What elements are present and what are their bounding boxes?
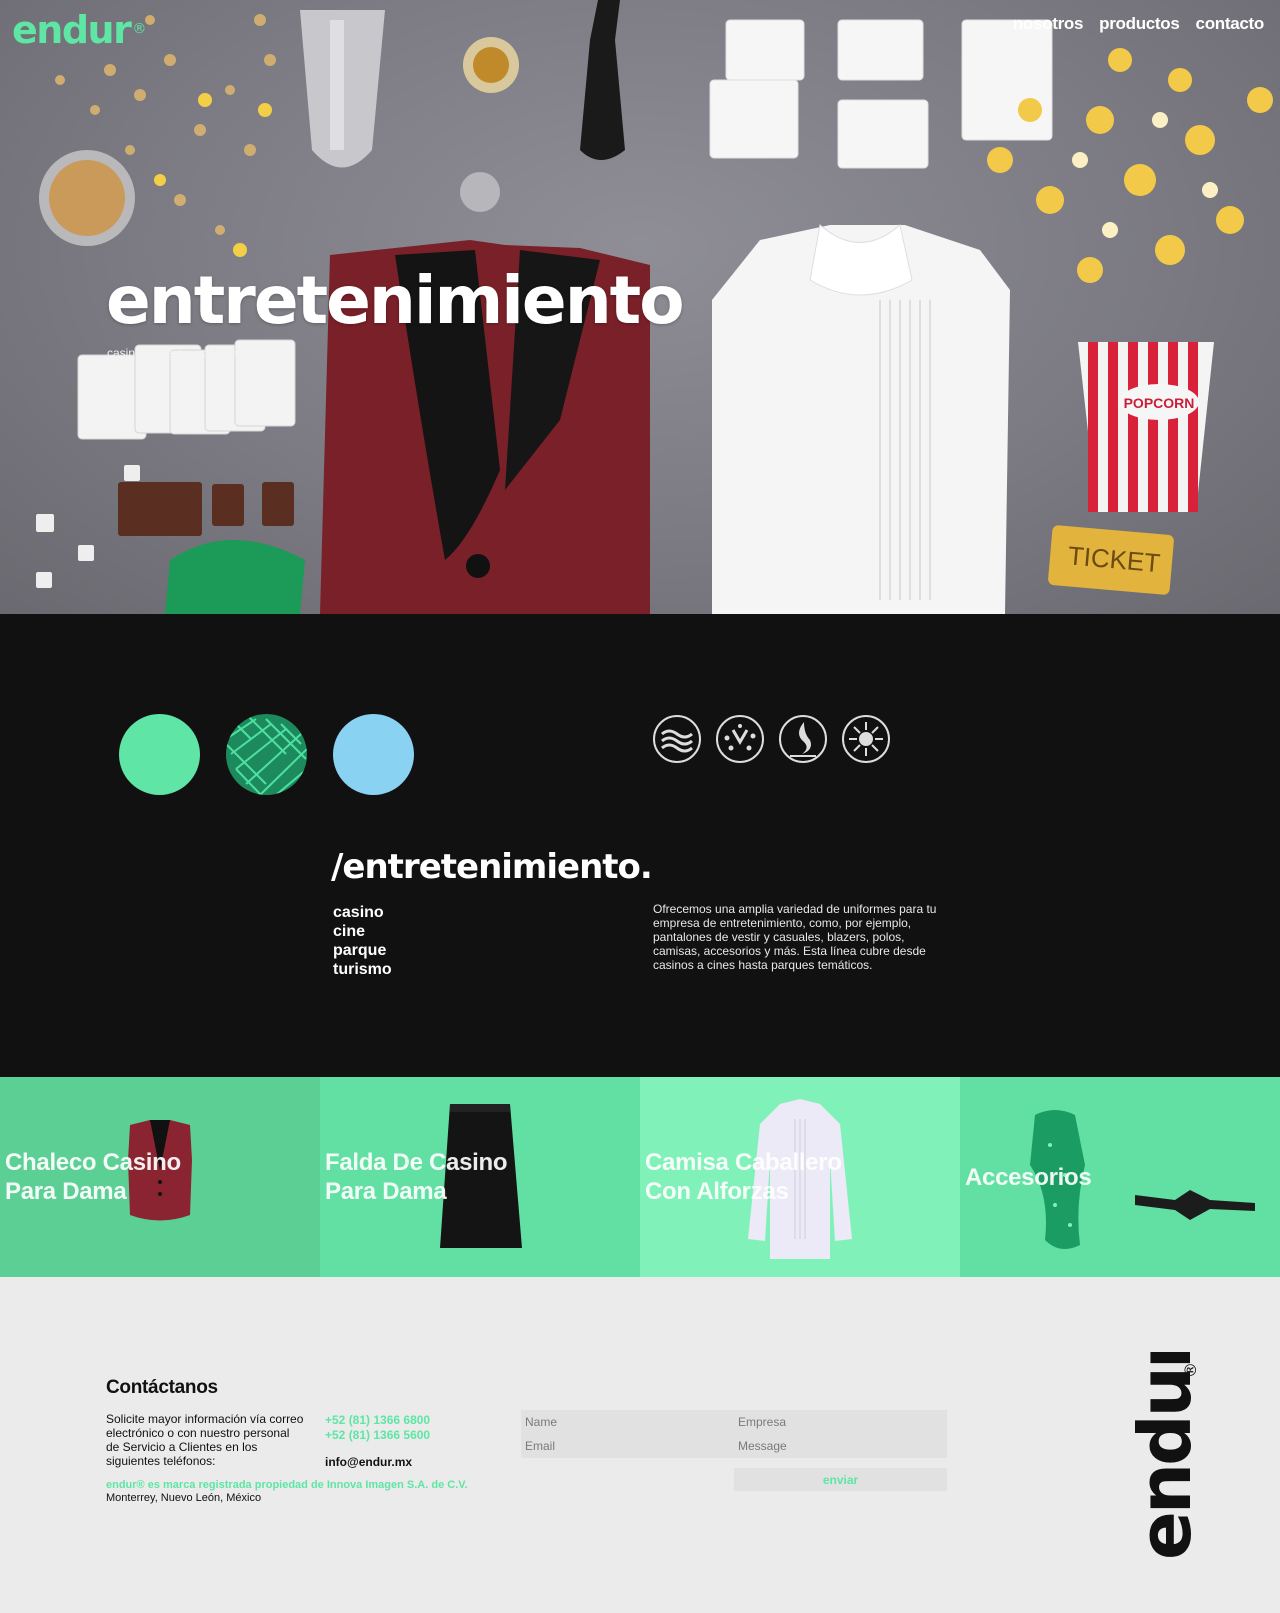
main-nav: nosotros productos contacto — [1013, 14, 1265, 34]
address: Monterrey, Nuevo León, México — [106, 1492, 262, 1504]
antibacterial-icon — [842, 715, 890, 763]
product-grid: Chaleco Casino Para Dama Falda De Casino P… — [0, 1077, 1280, 1277]
product-card-vest[interactable]: Chaleco Casino Para Dama — [0, 1077, 320, 1277]
nav-contacto[interactable]: contacto — [1196, 14, 1265, 34]
category-parque[interactable]: parque — [333, 941, 392, 960]
brand-note: endur® es marca registrada propiedad de … — [106, 1479, 468, 1491]
product-label: Camisa Caballero Con Alforzas — [645, 1149, 842, 1205]
category-turismo[interactable]: turismo — [333, 960, 392, 979]
message-field[interactable] — [734, 1434, 947, 1458]
name-field[interactable] — [521, 1410, 734, 1434]
contact-form — [521, 1410, 947, 1458]
contact-text: Solicite mayor información vía correo el… — [106, 1412, 304, 1468]
contact-phones: +52 (81) 1366 6800 +52 (81) 1366 5600 — [325, 1413, 430, 1443]
hero-title: entretenimiento — [106, 262, 685, 339]
svg-text:POPCORN: POPCORN — [1124, 395, 1195, 411]
category-list: casino cine parque turismo — [333, 903, 392, 979]
section-description: Ofrecemos una amplia variedad de uniform… — [653, 902, 937, 972]
registered-mark: ® — [132, 21, 147, 38]
contact-title: Contáctanos — [106, 1377, 218, 1398]
phone-link[interactable]: +52 (81) 1366 5600 — [325, 1428, 430, 1443]
contact-email[interactable]: info@endur.mx — [325, 1455, 412, 1469]
product-card-skirt[interactable]: Falda De Casino Para Dama — [320, 1077, 640, 1277]
vertical-brand-logo: endur ® — [1123, 1352, 1200, 1560]
company-field[interactable] — [734, 1410, 947, 1434]
flame-resistant-icon — [779, 715, 827, 763]
section-title: /entretenimiento. — [331, 847, 653, 887]
product-card-shirt[interactable]: Camisa Caballero Con Alforzas — [640, 1077, 960, 1277]
contact-section: Contáctanos Solicite mayor información v… — [0, 1277, 1280, 1613]
phone-link[interactable]: +52 (81) 1366 6800 — [325, 1413, 430, 1428]
brand-logo[interactable]: endur ® — [12, 8, 146, 52]
water-resistant-icon — [653, 715, 701, 763]
product-card-accessories[interactable]: Accesorios — [960, 1077, 1280, 1277]
submit-button[interactable]: enviar — [734, 1468, 947, 1491]
svg-text:®: ® — [1181, 1362, 1200, 1378]
stain-resistant-icon — [716, 715, 764, 763]
hero-banner: POPCORN TICKET endur ® nosotros producto… — [0, 0, 1280, 614]
light-blue-swatch[interactable] — [333, 714, 414, 795]
product-label: Falda De Casino Para Dama — [325, 1149, 508, 1205]
green-pattern-swatch[interactable] — [226, 714, 307, 795]
nav-productos[interactable]: productos — [1099, 14, 1180, 34]
pattern-graphic — [226, 714, 307, 795]
mint-swatch[interactable] — [119, 714, 200, 795]
product-label: Accesorios — [965, 1164, 1092, 1191]
category-cine[interactable]: cine — [333, 922, 392, 941]
category-casino[interactable]: casino — [333, 903, 392, 922]
category-section: /entretenimiento. casino cine parque tur… — [0, 614, 1280, 1077]
hero-subtitle: casino / cine / parque / turismo — [107, 346, 271, 360]
product-label: Chaleco Casino Para Dama — [5, 1149, 181, 1205]
svg-text:endur: endur — [1123, 1352, 1200, 1560]
email-field[interactable] — [521, 1434, 734, 1458]
nav-nosotros[interactable]: nosotros — [1013, 14, 1084, 34]
